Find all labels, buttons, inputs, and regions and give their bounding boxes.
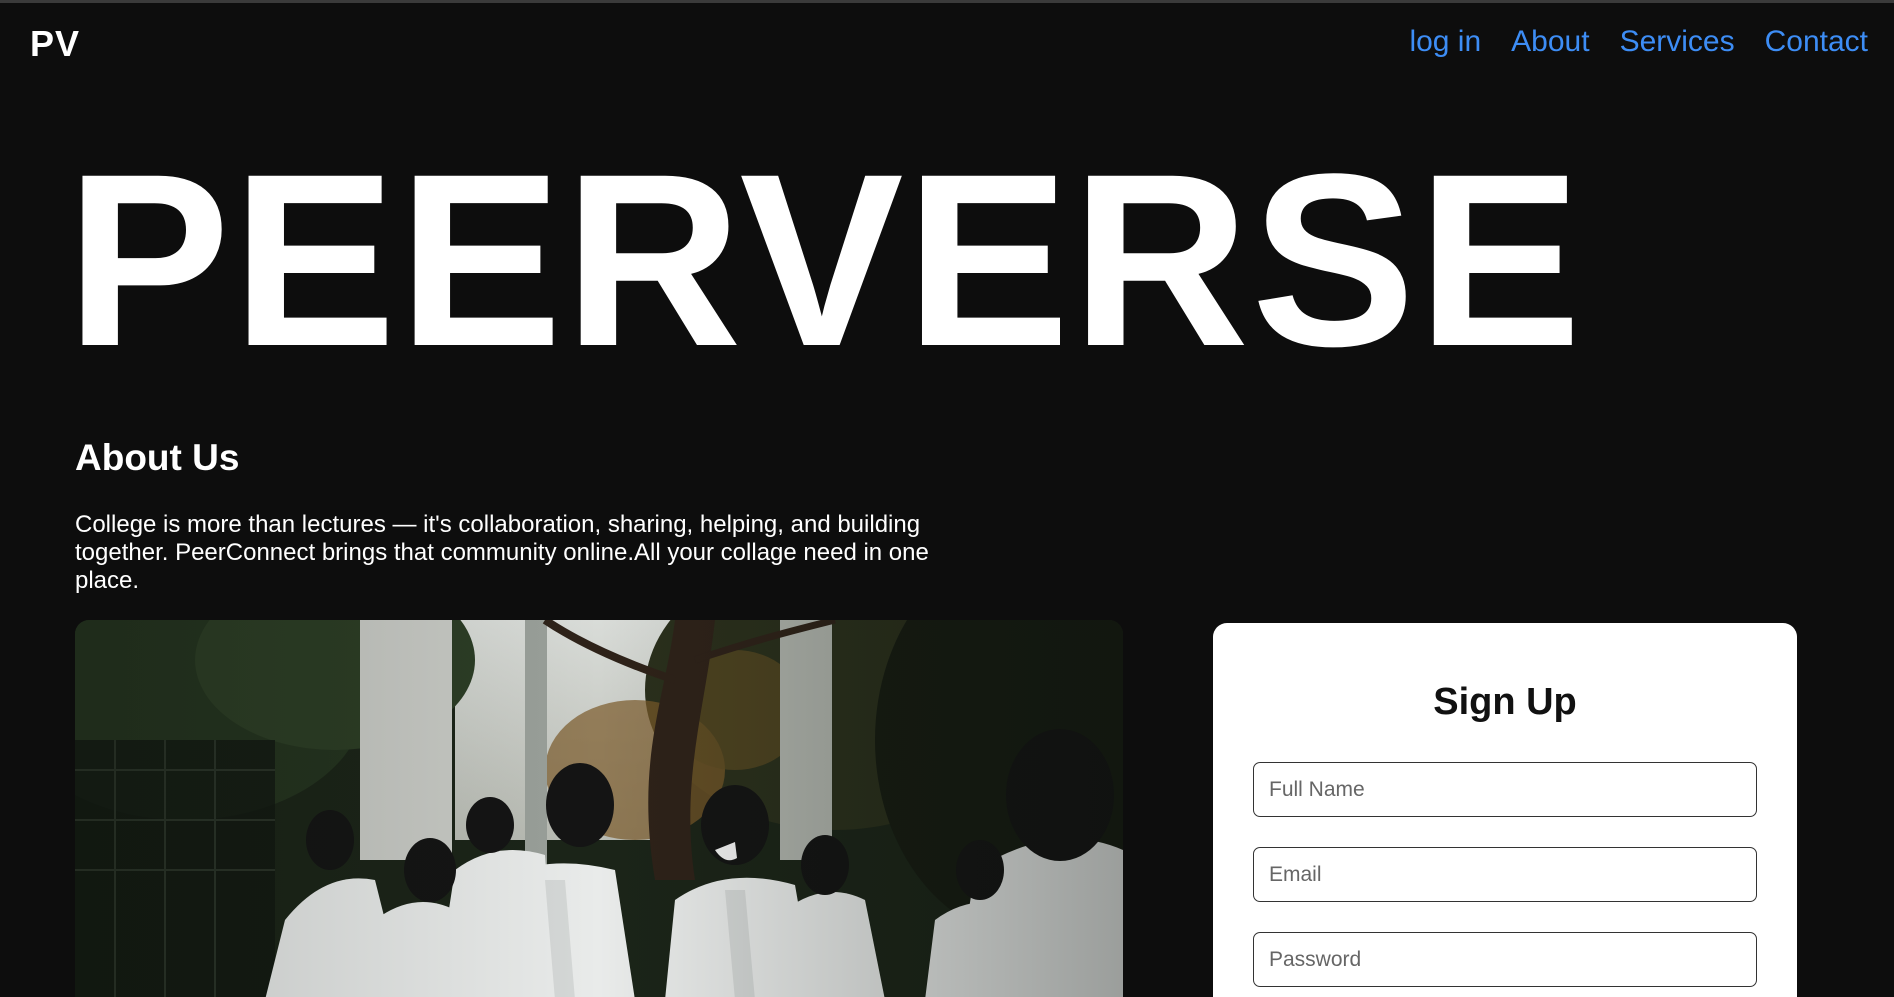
hero-title: PEERVERSE [66, 123, 1584, 398]
about-photo [75, 620, 1123, 997]
signup-card: Sign Up [1213, 623, 1797, 997]
nav-login-link[interactable]: log in [1409, 25, 1481, 59]
password-input[interactable] [1253, 932, 1757, 987]
nav-contact-link[interactable]: Contact [1765, 25, 1868, 59]
nav-services-link[interactable]: Services [1620, 25, 1735, 59]
main-nav: log in About Services Contact [1409, 25, 1868, 59]
full-name-input[interactable] [1253, 762, 1757, 817]
students-photo-image [75, 620, 1123, 997]
about-heading: About Us [75, 437, 240, 478]
nav-about-link[interactable]: About [1511, 25, 1589, 59]
about-paragraph: College is more than lectures — it's col… [75, 511, 929, 594]
email-input[interactable] [1253, 847, 1757, 902]
site-logo[interactable]: PV [30, 23, 80, 65]
signup-title: Sign Up [1433, 681, 1577, 723]
page: PV log in About Services Contact PEERVER… [0, 0, 1894, 997]
